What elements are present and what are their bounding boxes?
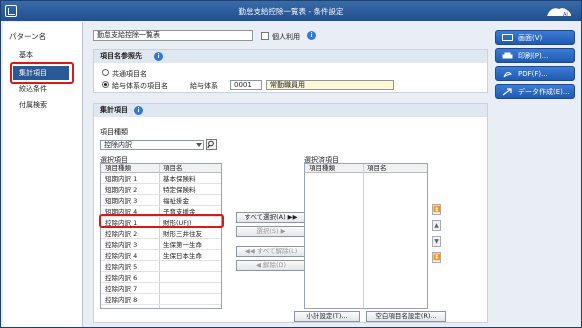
grid-header: 項目種類 項目名 (305, 164, 427, 173)
personal-use-checkbox[interactable] (261, 32, 269, 40)
table-row[interactable]: 控除内訳 5 (101, 262, 221, 272)
main-content: 勤怠支給控除一覧表 個人利用 i 項目名参照先 i 共通項目名 給与体系の項目名… (85, 22, 489, 327)
row-kind: 控除内訳 4 (105, 252, 138, 260)
column-divider (363, 164, 364, 308)
table-row[interactable]: 短期内訳 3 福祉掛金 (101, 196, 221, 206)
sidebar-item-basic[interactable]: 基本 (13, 48, 69, 62)
sidebar-header: パターン名 (9, 32, 47, 41)
highlight-annotation (10, 62, 74, 84)
salary-system-name-field: 常勤職員用 (266, 80, 394, 90)
table-row[interactable]: 短期内訳 2 特定保険料 (101, 185, 221, 195)
table-row[interactable]: 控除内訳 6 (101, 273, 221, 283)
item-kind-label: 項目種類 (100, 128, 128, 136)
pdf-button[interactable]: PDF(F)... (495, 66, 575, 81)
select-all-button[interactable]: すべて選択(A) ▶▶ (236, 212, 306, 223)
table-row[interactable]: 控除内訳 4 生保日本生命 (101, 251, 221, 261)
pattern-name-input[interactable]: 勤怠支給控除一覧表 (93, 30, 253, 41)
row-name: 基本保険料 (163, 175, 196, 183)
row-name: 財形三井住友 (163, 230, 202, 238)
col-kind-header: 項目種類 (105, 164, 131, 172)
salary-system-label: 給与体系 (190, 82, 218, 90)
search-button[interactable] (206, 139, 217, 150)
system-name-label: 給与体系の項目名 (112, 82, 168, 90)
selectable-items-grid[interactable]: 項目種類 項目名 短期内訳 1 基本保険料短期内訳 2 特定保険料短期内訳 3 福祉掛… (100, 163, 222, 309)
reference-section-title: 項目名参照先 (94, 50, 487, 63)
monitor-icon (502, 34, 513, 41)
release-all-button[interactable]: ◀◀ すべて解除(L) (236, 246, 306, 257)
table-row[interactable]: 控除内訳 8 (101, 295, 221, 305)
row-kind: 短期内訳 1 (105, 175, 138, 183)
row-highlight-annotation (99, 214, 224, 228)
screen-button[interactable]: 画面(V) (495, 30, 575, 45)
system-name-radio[interactable] (102, 81, 109, 88)
pdf-icon (503, 72, 513, 78)
subtotal-settings-button[interactable]: 小計設定(T)... (294, 311, 360, 322)
move-down-button[interactable]: ▼ (432, 236, 441, 247)
personal-use-label: 個人利用 (272, 33, 300, 41)
move-up-button[interactable]: ▲ (432, 220, 441, 231)
sidebar: パターン名 基本 集計項目 絞込条件 付属検索 (3, 22, 83, 327)
aggregate-section: 集計項目 i 項目種類 控除内訳 選択項目 選択済項目 項目種類 項目名 短期内… (93, 103, 488, 323)
item-kind-select[interactable]: 控除内訳 (100, 140, 204, 150)
common-name-radio[interactable] (102, 69, 109, 76)
search-icon (207, 140, 214, 149)
title-bar: 勤怠支給控除一覧表 - 条件設定 AI (1, 1, 581, 21)
info-icon[interactable]: i (154, 52, 163, 61)
row-kind: 控除内訳 8 (105, 296, 138, 304)
chevron-down-icon (196, 143, 202, 147)
printer-icon (502, 52, 513, 59)
row-kind: 控除内訳 2 (105, 230, 138, 238)
output-panel: 画面(V) 印刷(P)... PDF(F)... データ作成(E)... (491, 22, 581, 327)
reference-section: 項目名参照先 i 共通項目名 給与体系の項目名 給与体系 0001 常勤職員用 (93, 49, 488, 93)
row-kind: 控除内訳 6 (105, 274, 138, 282)
row-name: 特定保険料 (163, 186, 196, 194)
row-kind: 控除内訳 3 (105, 241, 138, 249)
row-name: 福祉掛金 (163, 197, 189, 205)
common-name-label: 共通項目名 (112, 70, 147, 78)
main-window: 勤怠支給控除一覧表 - 条件設定 AI パターン名 基本 集計項目 絞込条件 付… (0, 0, 582, 328)
table-row[interactable]: 短期内訳 1 基本保険料 (101, 174, 221, 184)
col-name-header: 項目名 (163, 164, 183, 172)
grid-header: 項目種類 項目名 (101, 164, 221, 173)
salary-system-code-input[interactable]: 0001 (230, 80, 262, 90)
table-row[interactable]: 控除内訳 3 生保第一生命 (101, 240, 221, 250)
table-row[interactable]: 控除内訳 2 財形三井住友 (101, 229, 221, 239)
info-icon[interactable]: i (134, 106, 143, 115)
row-kind: 短期内訳 3 (105, 197, 138, 205)
move-top-button[interactable]: ⏫ (432, 204, 441, 215)
blank-item-name-button[interactable]: 空白項目名設定(R)... (366, 311, 446, 322)
print-button[interactable]: 印刷(P)... (495, 48, 575, 63)
row-kind: 控除内訳 5 (105, 263, 138, 271)
move-bottom-button[interactable]: ⏬ (432, 252, 441, 263)
release-button[interactable]: ◀ 解除(D) (236, 260, 306, 271)
row-kind: 控除内訳 7 (105, 285, 138, 293)
aggregate-section-title: 集計項目 (94, 104, 487, 117)
table-row[interactable]: 控除内訳 7 (101, 284, 221, 294)
info-icon[interactable]: i (307, 31, 316, 40)
row-name: 生保日本生命 (163, 252, 202, 260)
col-kind-header: 項目種類 (309, 164, 335, 172)
window-title: 勤怠支給控除一覧表 - 条件設定 (238, 7, 344, 16)
export-icon (502, 88, 512, 96)
sidebar-item-attached-search[interactable]: 付属検索 (13, 98, 69, 112)
select-button[interactable]: 選択(S) ▶ (236, 226, 306, 237)
logo-icon: AI (547, 8, 571, 18)
selected-items-grid[interactable]: 項目種類 項目名 (304, 163, 428, 309)
row-name: 生保第一生命 (163, 241, 202, 249)
row-kind: 短期内訳 2 (105, 186, 138, 194)
svg-text:AI: AI (563, 12, 568, 18)
sidebar-item-filter[interactable]: 絞込条件 (13, 82, 69, 96)
data-export-button[interactable]: データ作成(E)... (495, 84, 575, 99)
col-name-header: 項目名 (367, 164, 387, 172)
